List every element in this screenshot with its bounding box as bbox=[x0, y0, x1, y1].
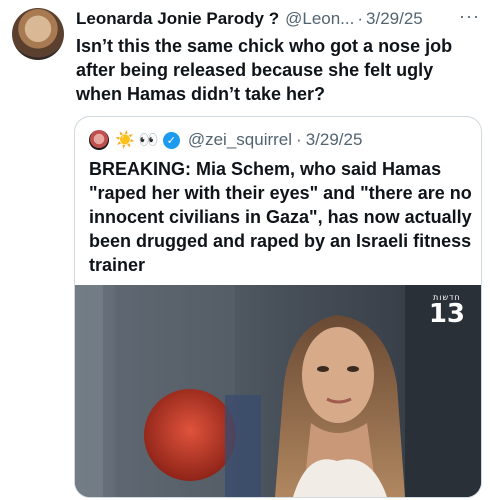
author-name[interactable]: Leonarda Jonie Parody ? bbox=[76, 9, 279, 29]
author-avatar[interactable] bbox=[12, 8, 64, 60]
quoted-tweet-text: BREAKING: Mia Schem, who said Hamas "rap… bbox=[89, 159, 472, 275]
channel-logo: חדשות 13 bbox=[428, 293, 465, 329]
quoted-author-avatar[interactable] bbox=[89, 130, 109, 150]
verified-badge-icon: ✓ bbox=[162, 131, 180, 149]
more-icon[interactable]: ··· bbox=[459, 6, 480, 27]
tweet-date[interactable]: 3/29/25 bbox=[366, 9, 423, 29]
quoted-tweet-date[interactable]: 3/29/25 bbox=[306, 130, 363, 150]
quoted-author-handle[interactable]: @zei_squirrel bbox=[188, 130, 292, 150]
tweet-text: Isn’t this the same chick who got a nose… bbox=[76, 36, 453, 104]
quoted-tweet-header: ☀️ 👀 ✓ @zei_squirrel · 3/29/25 bbox=[89, 129, 362, 151]
sun-emoji: ☀️ bbox=[115, 132, 135, 149]
media-image bbox=[75, 285, 481, 497]
tweet-header: Leonarda Jonie Parody ? @Leon... · 3/29/… bbox=[76, 6, 480, 30]
separator-dot: · bbox=[296, 130, 302, 149]
eyes-emoji: 👀 bbox=[138, 132, 159, 149]
quoted-tweet-media[interactable]: חדשות 13 bbox=[75, 285, 481, 497]
quoted-tweet[interactable]: ☀️ 👀 ✓ @zei_squirrel · 3/29/25 BREAKING:… bbox=[74, 116, 482, 498]
separator-dot: · bbox=[357, 9, 364, 28]
author-handle[interactable]: @Leon... bbox=[285, 9, 354, 29]
channel-logo-number: 13 bbox=[428, 299, 465, 329]
